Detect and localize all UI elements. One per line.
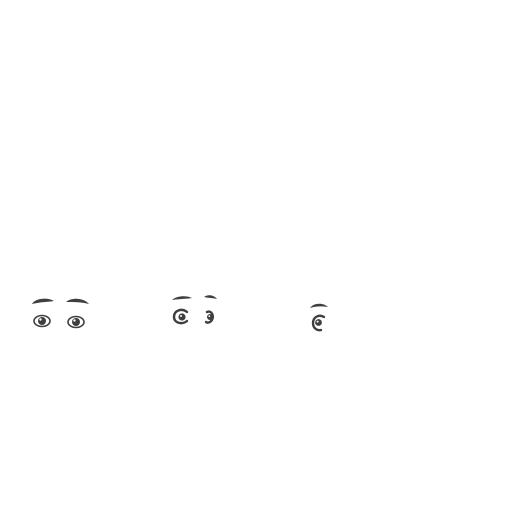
eyebrow	[310, 303, 328, 308]
eyes-front-icon	[26, 292, 96, 336]
eyes-three-quarter-icon	[166, 288, 226, 332]
left-eye	[33, 314, 51, 328]
right-eyebrow	[204, 295, 217, 299]
left-eyebrow	[32, 298, 54, 304]
right-eye	[204, 310, 214, 324]
right-eye	[67, 315, 85, 329]
left-eye	[172, 308, 189, 325]
eye-profile-icon	[304, 296, 338, 336]
left-eyebrow	[172, 296, 192, 300]
eye	[311, 314, 326, 332]
sprite-canvas	[0, 0, 512, 512]
right-eyebrow	[66, 298, 89, 304]
